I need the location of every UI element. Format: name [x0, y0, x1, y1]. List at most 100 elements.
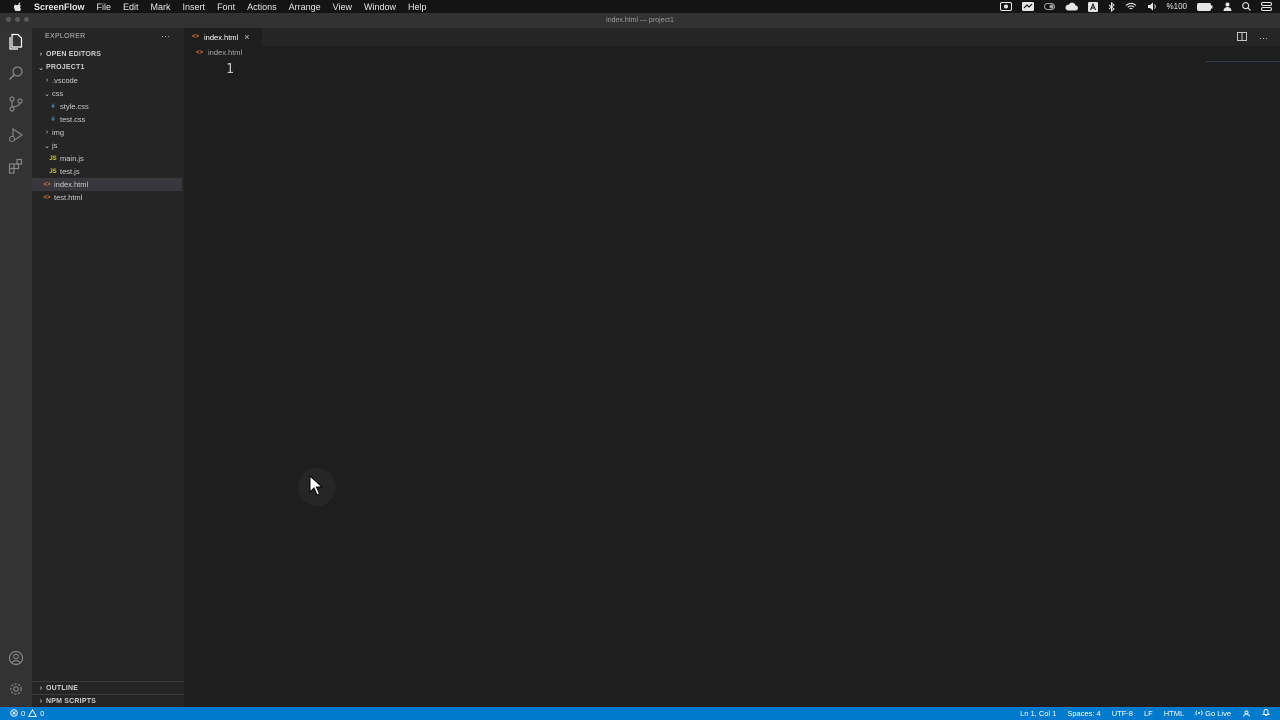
bluetooth-icon[interactable] [1108, 1, 1115, 12]
broadcast-icon [1195, 709, 1203, 719]
go-live-button[interactable]: Go Live [1195, 709, 1231, 719]
npm-scripts-section[interactable]: › NPM SCRIPTS [32, 694, 184, 708]
outline-section[interactable]: › OUTLINE [32, 681, 184, 695]
npm-scripts-label: NPM SCRIPTS [46, 698, 97, 705]
open-editors-section[interactable]: › OPEN EDITORS [32, 48, 184, 61]
toggle-icon[interactable] [1043, 3, 1055, 10]
tree-item-test-html[interactable]: <> test.html [32, 191, 182, 204]
more-actions-icon[interactable]: ··· [1259, 33, 1268, 43]
text-input-icon[interactable] [1087, 1, 1098, 12]
tree-item-label: style.css [60, 102, 89, 111]
close-icon[interactable]: × [244, 32, 249, 42]
split-editor-icon[interactable] [1237, 32, 1247, 43]
explorer-icon[interactable] [6, 32, 26, 52]
extensions-icon[interactable] [6, 156, 26, 176]
cloud-icon[interactable] [1065, 2, 1078, 11]
feedback-icon[interactable] [1242, 709, 1251, 719]
explorer-more-actions-icon[interactable]: ··· [161, 31, 170, 41]
tree-item-style-css[interactable]: # style.css [32, 100, 182, 113]
chevron-right-icon: › [45, 129, 49, 136]
chevron-down-icon: ⌄ [37, 64, 45, 72]
control-center-icon[interactable] [1261, 2, 1272, 11]
tree-item-label: test.js [60, 167, 80, 176]
tree-item-css-folder[interactable]: ⌄ css [32, 87, 182, 100]
menu-actions[interactable]: Actions [247, 2, 277, 12]
breadcrumb-file[interactable]: index.html [208, 48, 242, 57]
search-icon[interactable] [6, 63, 26, 83]
go-live-label: Go Live [1205, 709, 1231, 718]
menu-mark[interactable]: Mark [151, 2, 171, 12]
spotlight-search-icon[interactable] [1242, 2, 1251, 11]
chevron-down-icon: ⌄ [44, 90, 50, 98]
apple-icon[interactable] [14, 1, 26, 12]
tree-item-index-html[interactable]: <> index.html [32, 178, 182, 191]
wifi-icon[interactable] [1125, 2, 1137, 11]
zoom-window-button[interactable] [24, 17, 29, 22]
project-section[interactable]: ⌄ PROJECT1 [32, 61, 184, 74]
js-file-icon: JS [49, 168, 57, 175]
menu-file[interactable]: File [97, 2, 112, 12]
explorer-sidebar: EXPLORER ··· › OPEN EDITORS ⌄ PROJECT1 ›… [32, 28, 184, 707]
error-icon [10, 708, 18, 719]
css-file-icon: # [51, 116, 55, 123]
tree-item-main-js[interactable]: JS main.js [32, 152, 182, 165]
line-number: 1 [226, 62, 234, 77]
user-icon[interactable] [1223, 2, 1232, 11]
encoding[interactable]: UTF-8 [1112, 709, 1133, 718]
tree-item-img-folder[interactable]: › img [32, 126, 182, 139]
end-of-line[interactable]: LF [1144, 709, 1153, 718]
notifications-bell-icon[interactable] [1261, 708, 1271, 719]
screen-record-icon[interactable] [999, 2, 1012, 11]
breadcrumb[interactable]: <> index.html [196, 48, 242, 57]
status-bar: 0 0 Ln 1, Col 1 Spaces: 4 UTF-8 LF HTML … [0, 707, 1280, 720]
indentation[interactable]: Spaces: 4 [1067, 709, 1100, 718]
menu-font[interactable]: Font [217, 2, 235, 12]
tree-item-test-js[interactable]: JS test.js [32, 165, 182, 178]
language-mode[interactable]: HTML [1164, 709, 1184, 718]
status-right-items: Ln 1, Col 1 Spaces: 4 UTF-8 LF HTML Go L… [1020, 708, 1271, 719]
source-control-icon[interactable] [6, 94, 26, 114]
battery-percent: %100 [1166, 2, 1187, 11]
tree-item-label: js [52, 141, 58, 150]
warning-icon [28, 708, 38, 719]
chevron-right-icon: › [39, 685, 43, 692]
minimap-viewport[interactable] [1206, 61, 1280, 62]
tab-index-html[interactable]: <> index.html × [184, 28, 262, 46]
tree-item-label: main.js [60, 154, 84, 163]
outline-label: OUTLINE [46, 685, 79, 692]
tab-label: index.html [204, 32, 239, 42]
cursor-position[interactable]: Ln 1, Col 1 [1020, 709, 1056, 718]
menu-app-name[interactable]: ScreenFlow [34, 2, 85, 12]
tree-item-label: css [52, 89, 64, 98]
menu-arrange[interactable]: Arrange [289, 2, 321, 12]
accounts-icon[interactable] [6, 648, 26, 668]
screenflow-icon[interactable] [1021, 2, 1034, 11]
problems-indicator[interactable]: 0 0 [10, 708, 44, 719]
tree-item-label: .vscode [52, 76, 78, 85]
menu-insert[interactable]: Insert [183, 2, 206, 12]
run-debug-icon[interactable] [6, 125, 26, 145]
tree-item-js-folder[interactable]: ⌄ js [32, 139, 182, 152]
code-editor[interactable] [184, 60, 1280, 707]
window-title: index.html — project1 [606, 17, 674, 24]
menu-help[interactable]: Help [408, 2, 427, 12]
close-window-button[interactable] [6, 17, 11, 22]
tree-item-label: index.html [54, 180, 89, 189]
tree-item-test-css[interactable]: # test.css [32, 113, 182, 126]
menu-window[interactable]: Window [364, 2, 396, 12]
editor-actions: ··· [1237, 32, 1268, 43]
gear-icon[interactable] [6, 679, 26, 699]
chevron-down-icon: ⌄ [44, 142, 50, 150]
minimize-window-button[interactable] [15, 17, 20, 22]
html-file-icon: <> [192, 34, 200, 40]
project-label: PROJECT1 [46, 64, 85, 71]
tree-item-vscode[interactable]: › .vscode [32, 74, 182, 87]
tree-item-label: test.css [60, 115, 86, 124]
volume-icon[interactable] [1147, 2, 1157, 11]
menu-edit[interactable]: Edit [123, 2, 139, 12]
menu-view[interactable]: View [333, 2, 352, 12]
editor-tab-bar: <> index.html × ··· [184, 28, 1280, 46]
chevron-right-icon: › [39, 698, 43, 705]
battery-icon[interactable] [1197, 2, 1213, 11]
chevron-right-icon: › [39, 51, 43, 58]
